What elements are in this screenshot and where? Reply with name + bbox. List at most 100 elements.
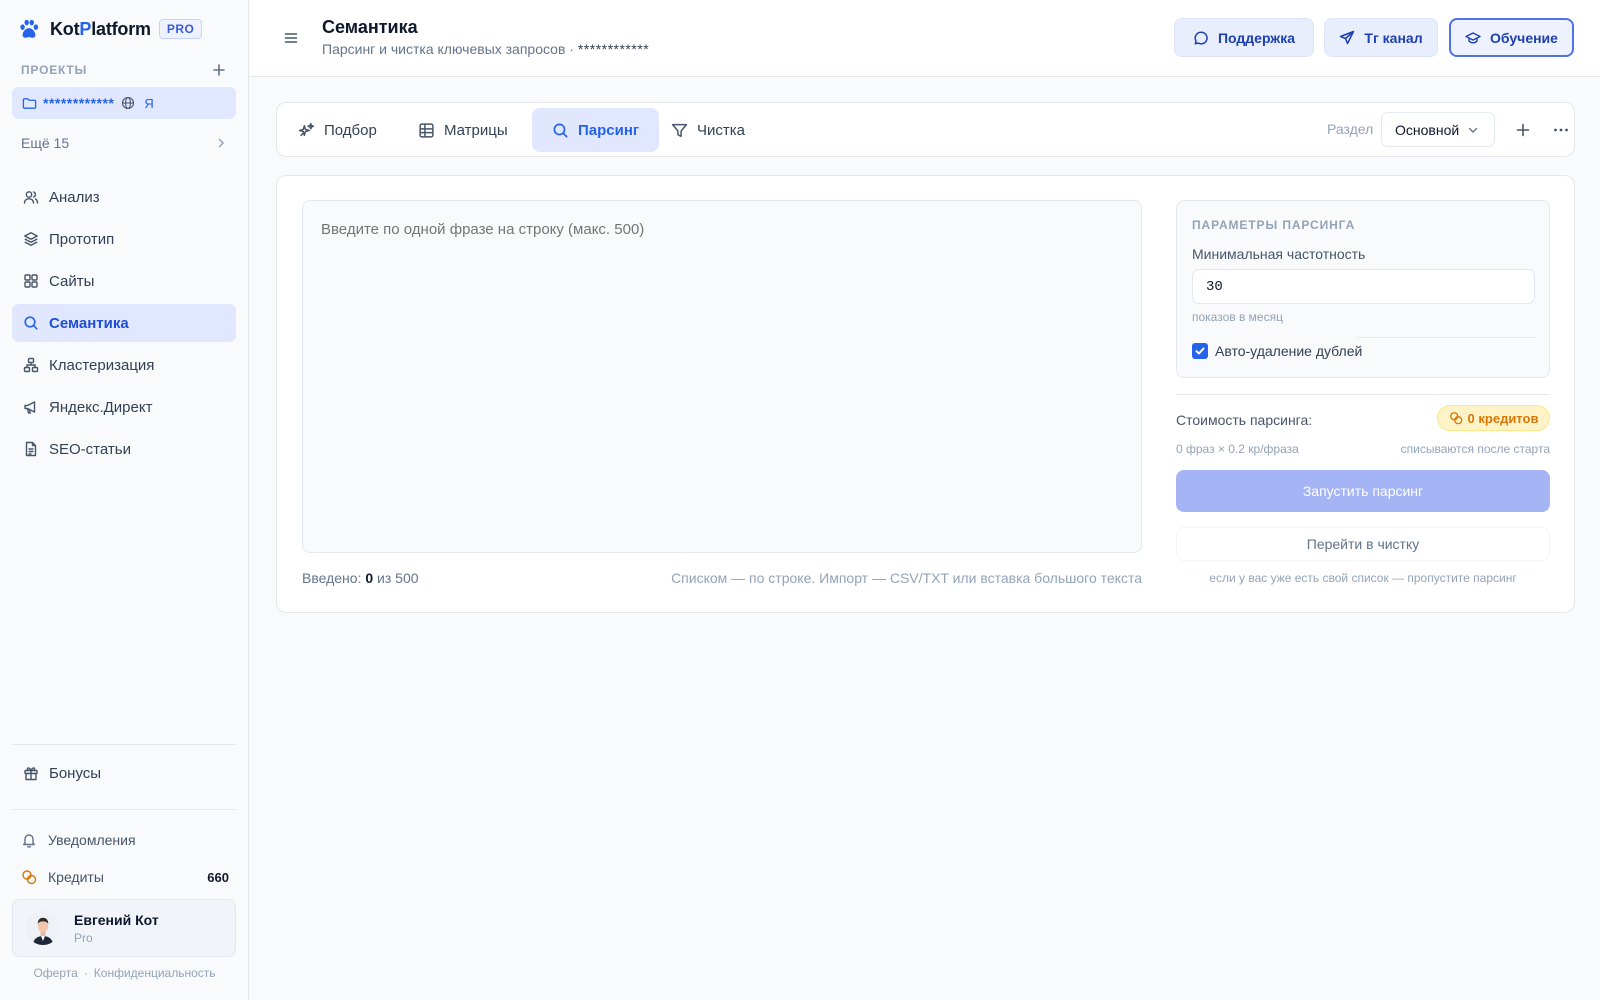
learn-button[interactable]: Обучение: [1449, 18, 1574, 57]
min-frequency-label: Минимальная частотность: [1192, 246, 1366, 262]
divider: [1357, 337, 1535, 338]
credits-label: Кредиты: [48, 869, 104, 885]
more-options-icon[interactable]: [1552, 121, 1570, 139]
coins-icon: [22, 870, 37, 885]
divider: [1176, 394, 1550, 395]
params-title: ПАРАМЕТРЫ ПАРСИНГА: [1192, 218, 1356, 232]
main-nav: Анализ Прототип Сайты Семантика Кластери…: [12, 178, 236, 472]
goto-cleaning-button[interactable]: Перейти в чистку: [1176, 527, 1550, 561]
coins-icon: [1449, 412, 1462, 425]
nav-label: SEO-статьи: [49, 440, 131, 458]
nav-item-analysis[interactable]: Анализ: [12, 178, 236, 216]
notifications-label: Уведомления: [48, 832, 136, 848]
tab-parsing[interactable]: Парсинг: [532, 108, 660, 152]
telegram-label: Тг канал: [1364, 29, 1423, 46]
search-icon: [553, 122, 568, 138]
privacy-link[interactable]: Конфиденциальность: [94, 966, 216, 980]
nav-label: Кластеризация: [49, 356, 155, 374]
grid-icon: [24, 274, 38, 288]
nav-item-clustering[interactable]: Кластеризация: [12, 346, 236, 384]
section-select[interactable]: Основной: [1381, 112, 1495, 147]
users-icon: [23, 191, 39, 204]
pro-badge: PRO: [158, 19, 203, 39]
logo[interactable]: KotPlatform PRO: [18, 16, 203, 42]
tab-selection[interactable]: Подбор: [278, 108, 397, 152]
credits-row[interactable]: Кредиты 660: [21, 866, 229, 888]
nav-item-semantics[interactable]: Семантика: [12, 304, 236, 342]
cost-credits-badge: 0 кредитов: [1437, 405, 1550, 431]
nav-item-prototype[interactable]: Прототип: [12, 220, 236, 258]
cost-credits: 0 кредитов: [1467, 410, 1539, 426]
offer-link[interactable]: Оферта: [33, 966, 77, 980]
gift-icon: [24, 767, 38, 781]
nav-item-yandex-direct[interactable]: Яндекс.Директ: [12, 388, 236, 426]
run-parsing-button[interactable]: Запустить парсинг: [1176, 470, 1550, 512]
dedupe-row[interactable]: Авто-удаление дублей: [1192, 343, 1362, 359]
tab-label: Чистка: [697, 121, 745, 139]
search-icon: [24, 316, 38, 330]
add-section-icon[interactable]: [1514, 121, 1532, 139]
min-frequency-note: показов в месяц: [1192, 310, 1283, 324]
legal-separator: ·: [83, 966, 88, 980]
support-label: Поддержка: [1217, 29, 1296, 46]
nav-label: Яндекс.Директ: [49, 398, 153, 416]
paw-logo-icon: [20, 19, 39, 38]
check-icon: [1195, 347, 1205, 355]
user-info: Евгений Кот Pro: [74, 912, 159, 945]
notifications-row[interactable]: Уведомления: [21, 829, 229, 851]
bonus-label: Бонусы: [49, 764, 102, 782]
project-name: ************: [43, 95, 115, 111]
globe-icon: [122, 96, 135, 110]
skip-parsing-note: если у вас уже есть свой список — пропус…: [1209, 571, 1517, 585]
tab-label: Подбор: [324, 121, 377, 139]
nav-label: Прототип: [49, 230, 115, 248]
phrases-textarea[interactable]: [302, 200, 1142, 553]
yandex-engine-label: Я: [144, 95, 154, 111]
nav-label: Анализ: [49, 188, 100, 206]
more-projects[interactable]: Ещё 15: [21, 133, 227, 153]
tabs-bar: Подбор Матрицы Парсинг Чистка Раздел Осн…: [276, 102, 1575, 157]
tab-matrices[interactable]: Матрицы: [398, 108, 528, 152]
add-project-icon[interactable]: [211, 62, 227, 78]
page-title: Семантика: [322, 17, 418, 37]
support-button[interactable]: Поддержка: [1174, 18, 1314, 57]
input-hint: Списком — по строке. Импорт — CSV/TXT ил…: [671, 570, 1142, 586]
nav-label: Семантика: [49, 314, 129, 332]
folder-icon: [22, 97, 37, 109]
send-icon: [1340, 30, 1355, 44]
more-projects-label: Ещё 15: [21, 135, 70, 151]
nav-item-seo-articles[interactable]: SEO-статьи: [12, 430, 236, 468]
avatar: [26, 911, 60, 945]
section-value: Основной: [1395, 121, 1460, 138]
divider: [12, 744, 236, 745]
menu-icon[interactable]: [283, 30, 299, 46]
tab-cleaning[interactable]: Чистка: [651, 108, 765, 152]
user-plan: Pro: [74, 930, 93, 945]
min-frequency-input[interactable]: [1192, 269, 1535, 304]
megaphone-icon: [24, 401, 36, 414]
user-card[interactable]: Евгений Кот Pro: [12, 899, 236, 957]
chevron-right-icon: [218, 138, 225, 148]
table-icon: [419, 122, 434, 138]
projects-label: ПРОЕКТЫ: [21, 63, 88, 77]
legal-links: Оферта · Конфиденциальность: [0, 966, 249, 980]
chevron-down-icon: [1468, 127, 1478, 133]
chat-icon: [1194, 30, 1208, 45]
section-label: Раздел: [1327, 121, 1374, 137]
telegram-button[interactable]: Тг канал: [1324, 18, 1438, 57]
sparkles-icon: [298, 122, 315, 136]
graduation-cap-icon: [1465, 31, 1481, 43]
cluster-icon: [23, 357, 39, 373]
dedupe-checkbox[interactable]: [1192, 343, 1208, 359]
tab-label: Матрицы: [444, 121, 508, 139]
nav-item-bonus[interactable]: Бонусы: [12, 754, 236, 792]
project-item-active[interactable]: ************ Я: [12, 87, 236, 119]
user-name: Евгений Кот: [74, 911, 159, 928]
document-icon: [25, 441, 37, 457]
divider: [12, 809, 236, 810]
nav-item-sites[interactable]: Сайты: [12, 262, 236, 300]
topbar: Семантика Парсинг и чистка ключевых запр…: [250, 0, 1600, 77]
nav-label: Сайты: [49, 272, 95, 290]
filter-icon: [671, 123, 688, 137]
sidebar: KotPlatform PRO ПРОЕКТЫ ************ Я Е…: [0, 0, 249, 1000]
